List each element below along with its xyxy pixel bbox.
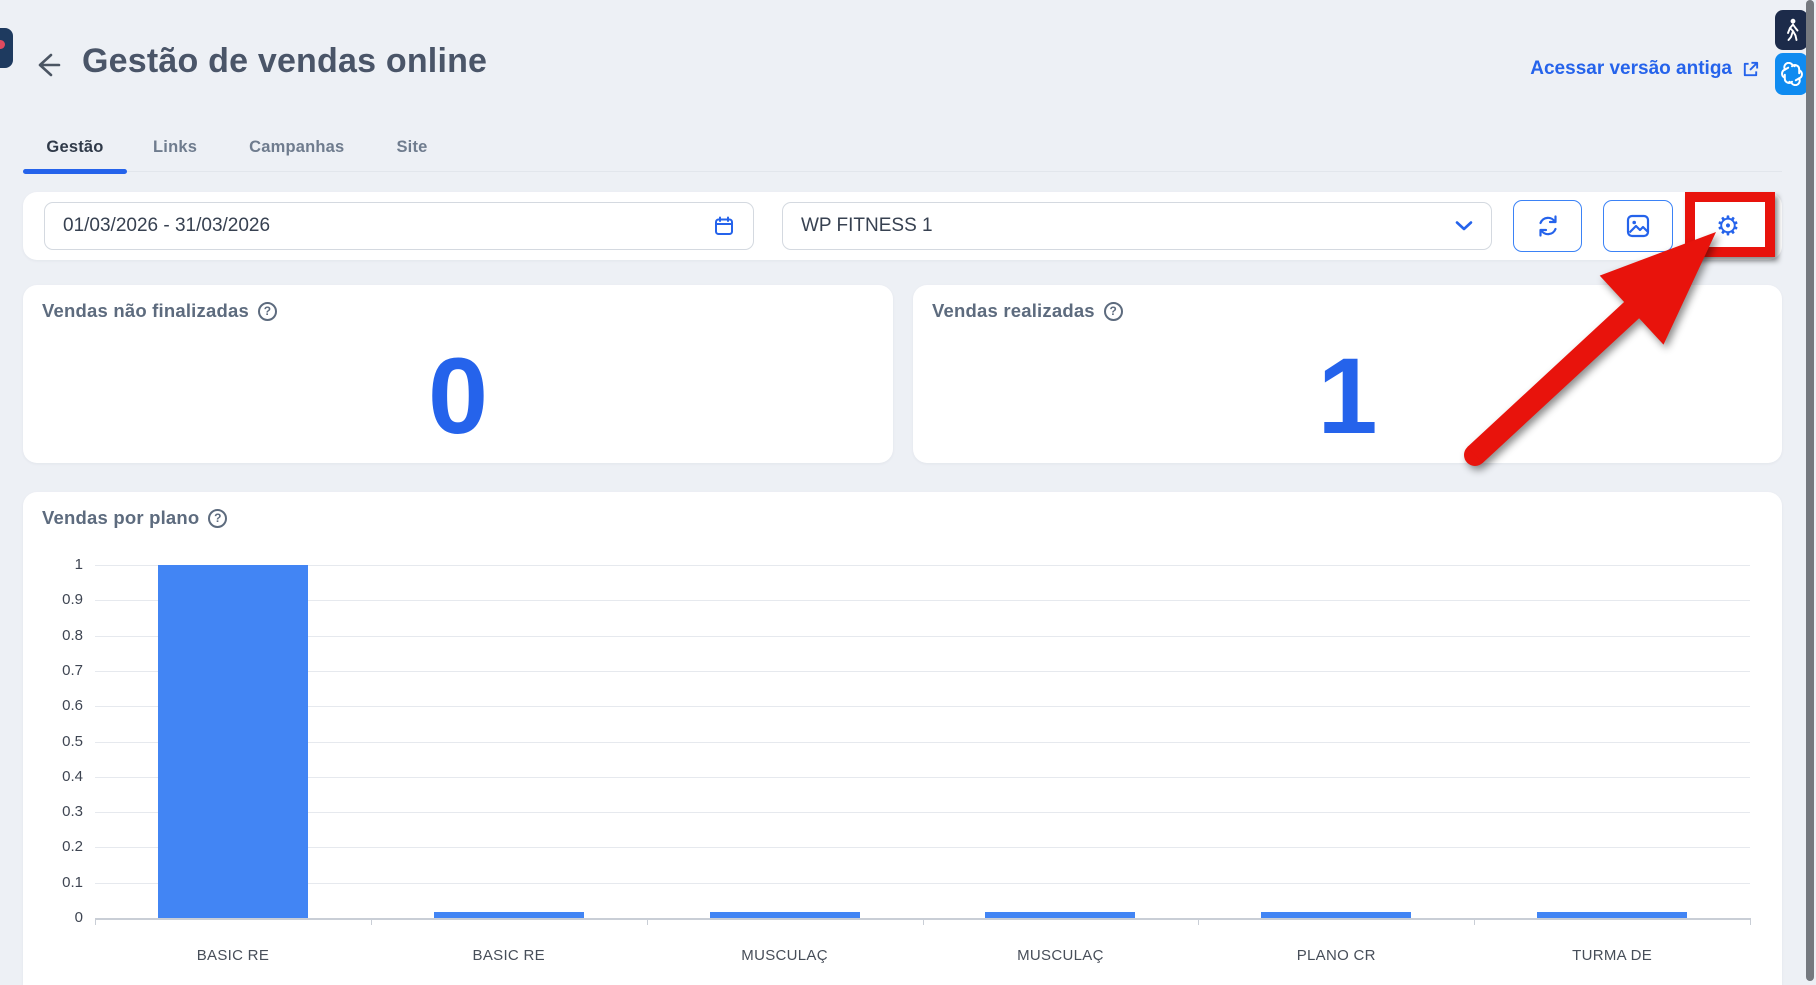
walking-person-icon: [1783, 18, 1801, 42]
grid-line: [95, 812, 1750, 813]
toolbar-card: 01/03/2026 - 31/03/2026 WP FITNESS 1 ⚙: [23, 192, 1782, 260]
date-range-picker[interactable]: 01/03/2026 - 31/03/2026: [44, 202, 754, 250]
grid-line: [95, 883, 1750, 884]
arrow-left-icon: [32, 50, 62, 80]
y-axis-label: 0.5: [23, 733, 83, 750]
stat-card-unfinished-sales: Vendas não finalizadas ? 0: [23, 285, 893, 463]
openai-logo-icon: [1780, 62, 1804, 86]
external-link-icon: [1741, 60, 1760, 79]
gear-icon: ⚙: [1716, 213, 1740, 240]
sales-by-plan-chart-card: Vendas por plano ? 00.10.20.30.40.50.60.…: [23, 492, 1782, 985]
bar-musculaç[interactable]: [985, 912, 1135, 918]
calendar-icon: [713, 215, 735, 237]
grid-line: [95, 847, 1750, 848]
x-axis-label: TURMA DE: [1474, 947, 1750, 964]
image-icon: [1625, 213, 1651, 239]
grid-line: [95, 777, 1750, 778]
stat-label: Vendas não finalizadas: [42, 300, 249, 322]
unit-select-value: WP FITNESS 1: [801, 215, 933, 237]
x-axis-label: BASIC RE: [371, 947, 647, 964]
notification-dot: [0, 40, 5, 49]
unit-select[interactable]: WP FITNESS 1: [782, 202, 1492, 250]
y-axis-label: 0.9: [23, 591, 83, 608]
old-version-label: Acessar versão antiga: [1530, 58, 1732, 80]
y-axis-label: 0.7: [23, 662, 83, 679]
refresh-icon: [1535, 213, 1561, 239]
stat-card-completed-sales: Vendas realizadas ? 1: [913, 285, 1782, 463]
vertical-scrollbar[interactable]: [1806, 0, 1814, 981]
bar-chart: 0 0.1 0.2 0.3 0.4 0.5 0.6 0.7 0.8 0.9 1 BASIC REBAS…: [23, 492, 1782, 985]
x-axis-label: MUSCULAÇ: [923, 947, 1199, 964]
back-button[interactable]: [32, 50, 62, 80]
bar-turma-de[interactable]: [1537, 912, 1687, 918]
tab-campanhas[interactable]: Campanhas: [223, 138, 370, 171]
bar-basic-re[interactable]: [434, 912, 584, 918]
axis-tick: [1750, 918, 1751, 925]
y-axis-label: 0.1: [23, 874, 83, 891]
axis-tick: [1474, 918, 1475, 925]
old-version-link[interactable]: Acessar versão antiga: [1530, 58, 1760, 80]
y-axis-label: 0.6: [23, 697, 83, 714]
tab-bar: GestãoLinksCampanhasSite: [23, 134, 1782, 172]
accessibility-walker-button[interactable]: [1775, 10, 1808, 50]
grid-line: [95, 636, 1750, 637]
axis-tick: [95, 918, 96, 925]
y-axis-label: 1: [23, 556, 83, 573]
export-image-button[interactable]: [1603, 200, 1673, 252]
y-axis-label: 0: [23, 909, 83, 926]
y-axis-label: 0.3: [23, 803, 83, 820]
date-range-value: 01/03/2026 - 31/03/2026: [63, 215, 270, 237]
x-axis-label: PLANO CR: [1198, 947, 1474, 964]
grid-line: [95, 600, 1750, 601]
grid-line: [95, 742, 1750, 743]
x-axis-label: MUSCULAÇ: [647, 947, 923, 964]
axis-tick: [371, 918, 372, 925]
axis-tick: [1198, 918, 1199, 925]
tab-links[interactable]: Links: [127, 138, 223, 171]
grid-line: [95, 565, 1750, 566]
refresh-button[interactable]: [1513, 200, 1582, 252]
bar-plano-cr[interactable]: [1261, 912, 1411, 918]
page-title: Gestão de vendas online: [82, 42, 487, 81]
collapsed-side-tab[interactable]: [0, 28, 13, 68]
y-axis-label: 0.2: [23, 838, 83, 855]
tab-gestão[interactable]: Gestão: [23, 138, 127, 171]
settings-button[interactable]: ⚙: [1690, 200, 1766, 252]
y-axis-label: 0.8: [23, 627, 83, 644]
axis-tick: [923, 918, 924, 925]
tab-site[interactable]: Site: [370, 138, 453, 171]
grid-line: [95, 671, 1750, 672]
axis-tick: [647, 918, 648, 925]
help-icon[interactable]: ?: [1104, 302, 1123, 321]
bar-basic-re[interactable]: [158, 565, 308, 918]
stat-value: 1: [913, 327, 1782, 463]
help-icon[interactable]: ?: [258, 302, 277, 321]
grid-line: [95, 706, 1750, 707]
stat-value: 0: [23, 327, 893, 463]
x-axis-label: BASIC RE: [95, 947, 371, 964]
y-axis-label: 0.4: [23, 768, 83, 785]
bar-musculaç[interactable]: [710, 912, 860, 918]
chevron-down-icon: [1455, 220, 1473, 232]
ai-assistant-button[interactable]: [1775, 53, 1808, 95]
stat-label: Vendas realizadas: [932, 300, 1095, 322]
